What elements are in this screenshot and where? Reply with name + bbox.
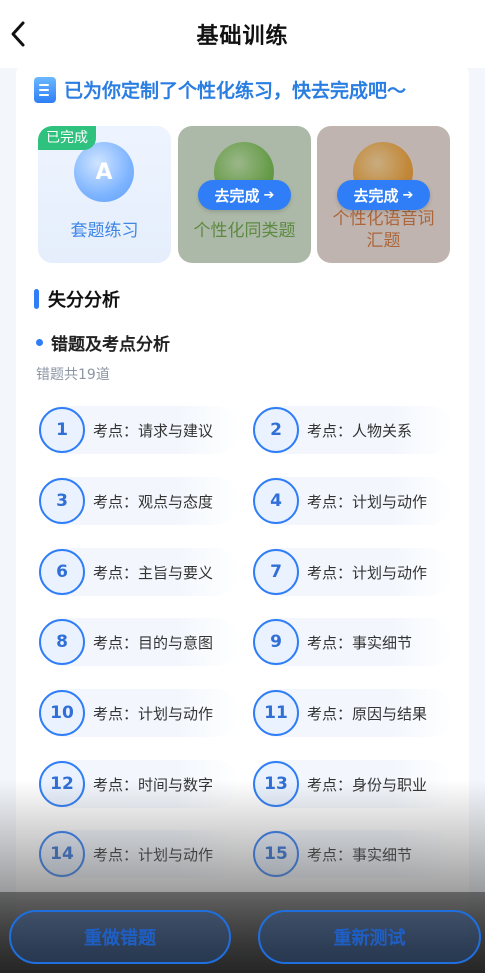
- tile-similar-questions[interactable]: 个性化同类题 去完成 ➔: [178, 126, 311, 263]
- document-icon: [34, 76, 56, 103]
- section-accent-bar: [34, 289, 39, 309]
- top-bar: 基础训练: [0, 0, 485, 68]
- banner: 已为你定制了个性化练习，快去完成吧～: [34, 76, 406, 103]
- topic-label: 考点：计划与动作: [93, 704, 214, 723]
- topic-label: 考点：计划与动作: [307, 563, 428, 582]
- go-complete-label: 去完成: [214, 186, 260, 205]
- section-title: 失分分析: [48, 290, 120, 311]
- question-number: 1: [39, 407, 85, 453]
- topic-label: 考点：原因与结果: [307, 704, 428, 723]
- question-number: 13: [253, 761, 299, 807]
- question-number: 12: [39, 761, 85, 807]
- redo-mistakes-button[interactable]: 重做错题: [9, 910, 231, 964]
- question-number: 11: [253, 690, 299, 736]
- mistake-item[interactable]: 15 考点：事实细节: [253, 830, 453, 878]
- question-number: 6: [39, 549, 85, 595]
- mistake-item[interactable]: 13 考点：身份与职业: [253, 760, 453, 808]
- topic-label: 考点：计划与动作: [93, 845, 214, 864]
- mistake-item[interactable]: 2 考点：人物关系: [253, 406, 453, 454]
- completed-badge: 已完成: [38, 126, 96, 150]
- topic-label: 考点：时间与数字: [93, 775, 214, 794]
- tile-set-practice[interactable]: A 套题练习 已完成: [38, 126, 171, 263]
- section-header: 失分分析: [34, 286, 120, 312]
- mistake-item[interactable]: 9 考点：事实细节: [253, 618, 453, 666]
- question-number: 7: [253, 549, 299, 595]
- topic-label: 考点：请求与建议: [93, 421, 214, 440]
- topic-label: 考点：事实细节: [307, 845, 413, 864]
- mistake-count: 错题共19道: [36, 367, 110, 383]
- page-title: 基础训练: [196, 24, 289, 49]
- mistakes-title: 错题及考点分析: [51, 335, 170, 355]
- practice-tiles: A 套题练习 已完成 个性化同类题 去完成 ➔ 个性化语音词汇题 去完成 ➔: [38, 126, 450, 264]
- topic-label: 考点：目的与意图: [93, 633, 214, 652]
- question-number: 3: [39, 478, 85, 524]
- mistake-item[interactable]: 3 考点：观点与态度: [39, 477, 239, 525]
- question-number: 10: [39, 690, 85, 736]
- arrow-right-icon: ➔: [402, 187, 414, 203]
- question-number: 2: [253, 407, 299, 453]
- chevron-left-icon: [11, 21, 25, 47]
- topic-label: 考点：事实细节: [307, 633, 413, 652]
- mistake-item[interactable]: 1 考点：请求与建议: [39, 406, 239, 454]
- question-number: 8: [39, 619, 85, 665]
- topic-label: 考点：计划与动作: [307, 492, 428, 511]
- question-number: 4: [253, 478, 299, 524]
- back-button[interactable]: [4, 18, 32, 50]
- arrow-right-icon: ➔: [263, 187, 275, 203]
- go-complete-button[interactable]: 去完成 ➔: [337, 180, 430, 210]
- tile-vocab-questions[interactable]: 个性化语音词汇题 去完成 ➔: [317, 126, 450, 263]
- page: 基础训练 已为你定制了个性化练习，快去完成吧～ A 套题练习 已完成 个性化同类…: [0, 0, 485, 973]
- go-complete-label: 去完成: [353, 186, 399, 205]
- retest-button[interactable]: 重新测试: [258, 910, 481, 964]
- mistake-item[interactable]: 4 考点：计划与动作: [253, 477, 453, 525]
- mistake-item[interactable]: 6 考点：主旨与要义: [39, 548, 239, 596]
- topic-label: 考点：主旨与要义: [93, 563, 214, 582]
- mistakes-header: 错题及考点分析: [36, 330, 170, 355]
- question-number: 15: [253, 831, 299, 877]
- mistake-item[interactable]: 10 考点：计划与动作: [39, 689, 239, 737]
- go-complete-button[interactable]: 去完成 ➔: [198, 180, 291, 210]
- topic-label: 考点：人物关系: [307, 421, 413, 440]
- banner-text: 已为你定制了个性化练习，快去完成吧～: [64, 80, 407, 102]
- topic-label: 考点：身份与职业: [307, 775, 428, 794]
- content-card: 已为你定制了个性化练习，快去完成吧～ A 套题练习 已完成 个性化同类题 去完成…: [16, 64, 469, 944]
- practice-emblem-icon: A: [74, 142, 134, 202]
- question-number: 14: [39, 831, 85, 877]
- mistake-item[interactable]: 14 考点：计划与动作: [39, 830, 239, 878]
- mistake-item[interactable]: 12 考点：时间与数字: [39, 760, 239, 808]
- tile-label: 套题练习: [70, 221, 139, 241]
- mistake-item[interactable]: 7 考点：计划与动作: [253, 548, 453, 596]
- bullet-dot: [36, 339, 43, 346]
- mistake-item[interactable]: 8 考点：目的与意图: [39, 618, 239, 666]
- mistake-item[interactable]: 11 考点：原因与结果: [253, 689, 453, 737]
- topic-label: 考点：观点与态度: [93, 492, 214, 511]
- question-number: 9: [253, 619, 299, 665]
